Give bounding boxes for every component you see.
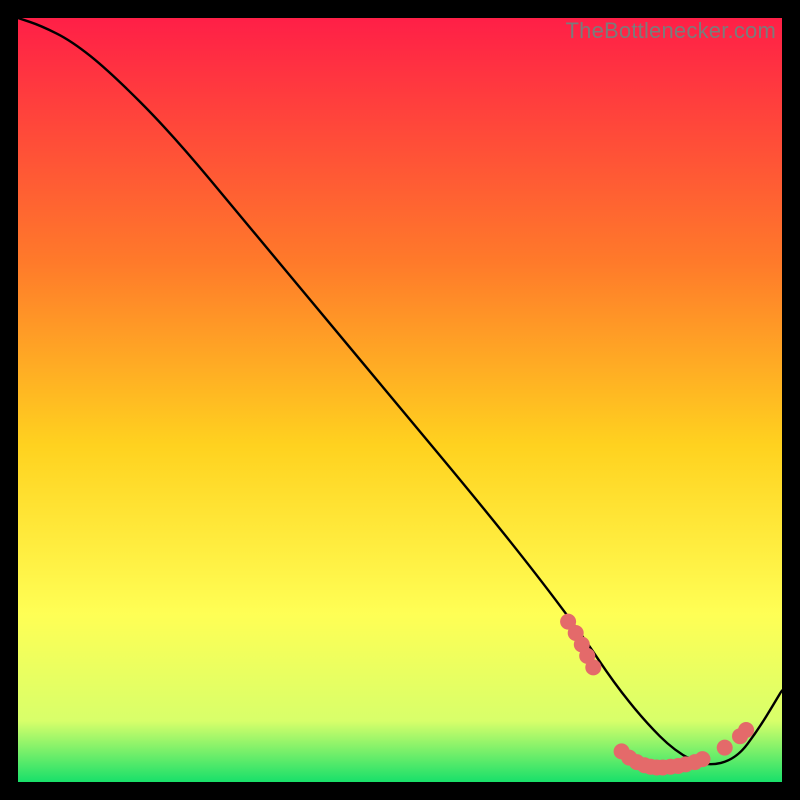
gradient-background: [18, 18, 782, 782]
bottleneck-chart: [18, 18, 782, 782]
data-marker: [738, 722, 754, 738]
data-marker: [695, 751, 711, 767]
chart-frame: TheBottlenecker.com: [18, 18, 782, 782]
data-marker: [585, 659, 601, 675]
watermark-text: TheBottlenecker.com: [566, 18, 776, 44]
data-marker: [717, 740, 733, 756]
